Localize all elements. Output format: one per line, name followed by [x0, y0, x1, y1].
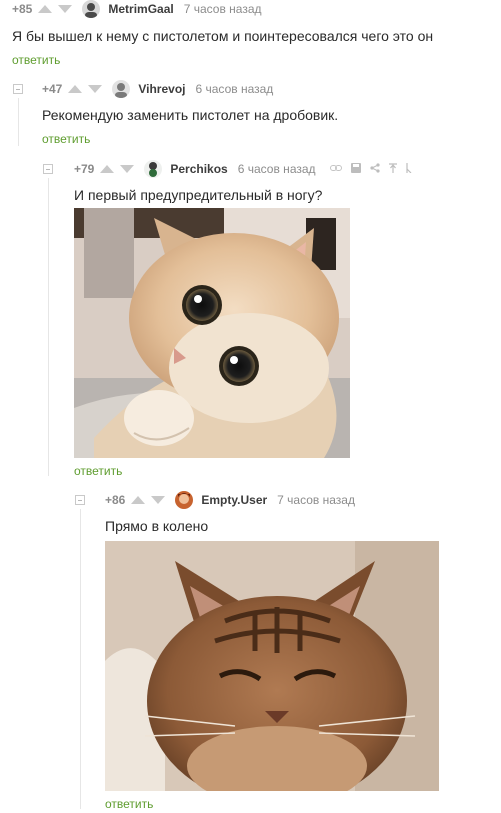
comment-header: +47 Vihrevoj 6 часов назад — [42, 80, 273, 98]
comment-time[interactable]: 7 часов назад — [184, 2, 262, 16]
reply-link[interactable]: ответить — [12, 53, 60, 67]
comment-text: Прямо в колено — [105, 518, 209, 534]
avatar[interactable] — [112, 80, 131, 98]
comment-time[interactable]: 6 часов назад — [238, 162, 316, 176]
thread-line[interactable] — [48, 178, 49, 476]
comment-time[interactable]: 7 часов назад — [277, 493, 355, 507]
upvote-icon[interactable] — [100, 165, 115, 173]
collapse-toggle[interactable] — [75, 495, 85, 505]
comment-text: И первый предупредительный в ногу? — [74, 187, 323, 203]
avatar[interactable] — [175, 491, 194, 509]
downvote-icon[interactable] — [151, 496, 166, 504]
share-icon[interactable] — [369, 162, 380, 176]
link-icon[interactable] — [329, 164, 342, 175]
comment-header: +86 Empty.User 7 часов назад — [105, 491, 355, 509]
pin-icon[interactable] — [388, 162, 397, 176]
comment-text: Рекомендую заменить пистолет на дробовик… — [42, 107, 339, 123]
thread-line[interactable] — [80, 509, 81, 809]
upvote-icon[interactable] — [68, 85, 83, 93]
reply-link[interactable]: ответить — [42, 132, 90, 146]
username[interactable]: MetrimGaal — [108, 2, 173, 16]
save-icon[interactable] — [350, 162, 361, 176]
avatar[interactable] — [144, 160, 163, 178]
username[interactable]: Vihrevoj — [138, 82, 185, 96]
downvote-icon[interactable] — [88, 85, 103, 93]
more-icon[interactable] — [405, 162, 412, 176]
comment-rating: +85 — [12, 2, 33, 16]
reply-link[interactable]: ответить — [74, 464, 122, 478]
comment-header: +79 Perchikos 6 часов назад — [74, 160, 412, 178]
cat-photo — [105, 541, 439, 791]
thread-line[interactable] — [18, 98, 19, 146]
avatar[interactable] — [82, 0, 101, 18]
comment-text: Я бы вышел к нему с пистолетом и поинтер… — [12, 28, 434, 44]
comment-image[interactable] — [105, 541, 439, 791]
upvote-icon[interactable] — [131, 496, 146, 504]
downvote-icon[interactable] — [120, 165, 135, 173]
comment-header: +85 MetrimGaal 7 часов назад — [12, 0, 262, 18]
username[interactable]: Perchikos — [170, 162, 227, 176]
downvote-icon[interactable] — [58, 5, 73, 13]
comment-toolbar — [329, 162, 412, 176]
comment-rating: +86 — [105, 493, 126, 507]
cat-photo — [74, 208, 350, 458]
comment-rating: +79 — [74, 162, 95, 176]
upvote-icon[interactable] — [38, 5, 53, 13]
collapse-toggle[interactable] — [13, 84, 23, 94]
comment-time[interactable]: 6 часов назад — [196, 82, 274, 96]
reply-link[interactable]: ответить — [105, 797, 153, 811]
collapse-toggle[interactable] — [43, 164, 53, 174]
comment-image[interactable] — [74, 208, 350, 458]
comment-rating: +47 — [42, 82, 63, 96]
username[interactable]: Empty.User — [201, 493, 267, 507]
